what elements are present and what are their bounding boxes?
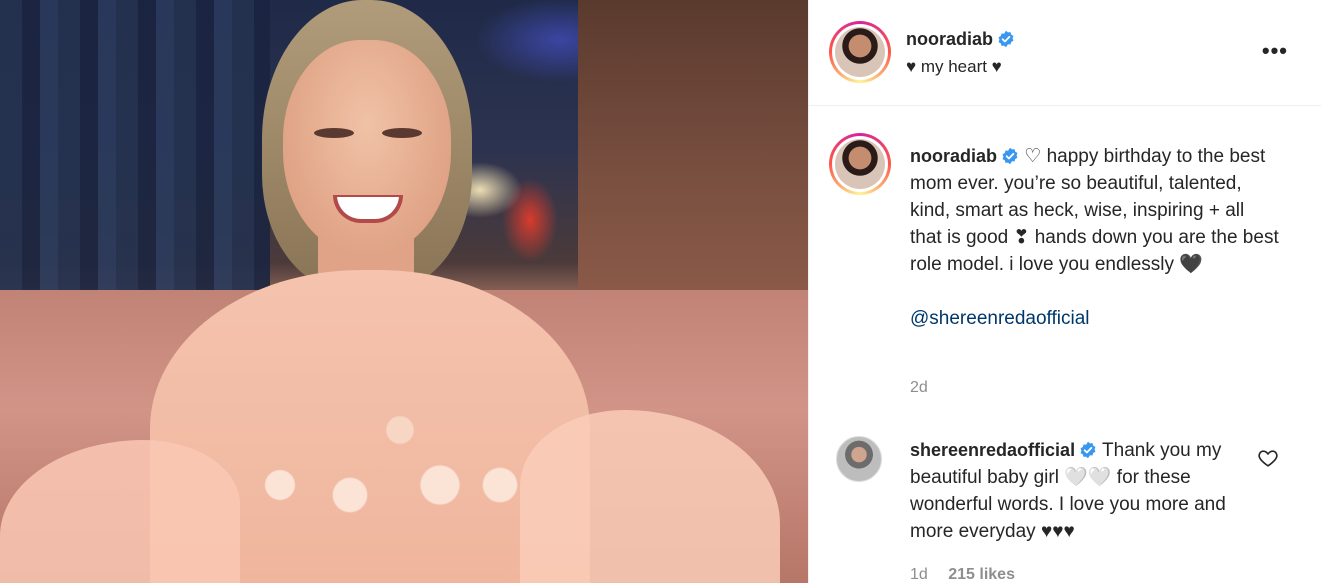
comment-age[interactable]: 1d — [910, 566, 928, 583]
caption-mention-link[interactable]: @shereenredaofficial — [910, 305, 1280, 332]
verified-badge-icon — [1002, 147, 1018, 165]
verified-badge-icon — [998, 30, 1014, 48]
comment-meta: 1d 215 likes — [910, 566, 1015, 583]
post-caption: nooradiab ♡ happy birthday to the best m… — [910, 143, 1280, 332]
comment-item: shereenredaofficial Thank you my beautif… — [910, 437, 1250, 545]
post-photo[interactable] — [0, 0, 808, 583]
author-avatar[interactable] — [829, 21, 891, 83]
post-age[interactable]: 2d — [910, 379, 928, 397]
verified-badge-icon — [1080, 441, 1096, 459]
heart-outline-icon[interactable] — [1257, 447, 1279, 469]
photo-eye-left — [314, 128, 354, 138]
photo-background-wall — [578, 0, 808, 300]
photo-eye-right — [382, 128, 422, 138]
post-header: nooradiab ♥ my heart ♥ ••• — [809, 0, 1321, 106]
caption-author-avatar-image — [835, 139, 885, 189]
author-username[interactable]: nooradiab — [906, 29, 993, 49]
photo-background-curtain — [0, 0, 270, 300]
author-name-row: nooradiab — [906, 29, 1015, 50]
author-subtitle: ♥ my heart ♥ — [906, 57, 1002, 76]
more-options-icon[interactable]: ••• — [1262, 40, 1288, 62]
commenter-username[interactable]: shereenredaofficial — [910, 440, 1075, 460]
commenter-avatar[interactable] — [836, 436, 882, 482]
comment-likes[interactable]: 215 likes — [948, 566, 1015, 583]
caption-author-username[interactable]: nooradiab — [910, 146, 997, 166]
author-avatar-image — [835, 27, 885, 77]
caption-author-avatar[interactable] — [829, 133, 891, 195]
post-side-panel: nooradiab ♥ my heart ♥ ••• nooradiab ♡ h… — [808, 0, 1321, 583]
